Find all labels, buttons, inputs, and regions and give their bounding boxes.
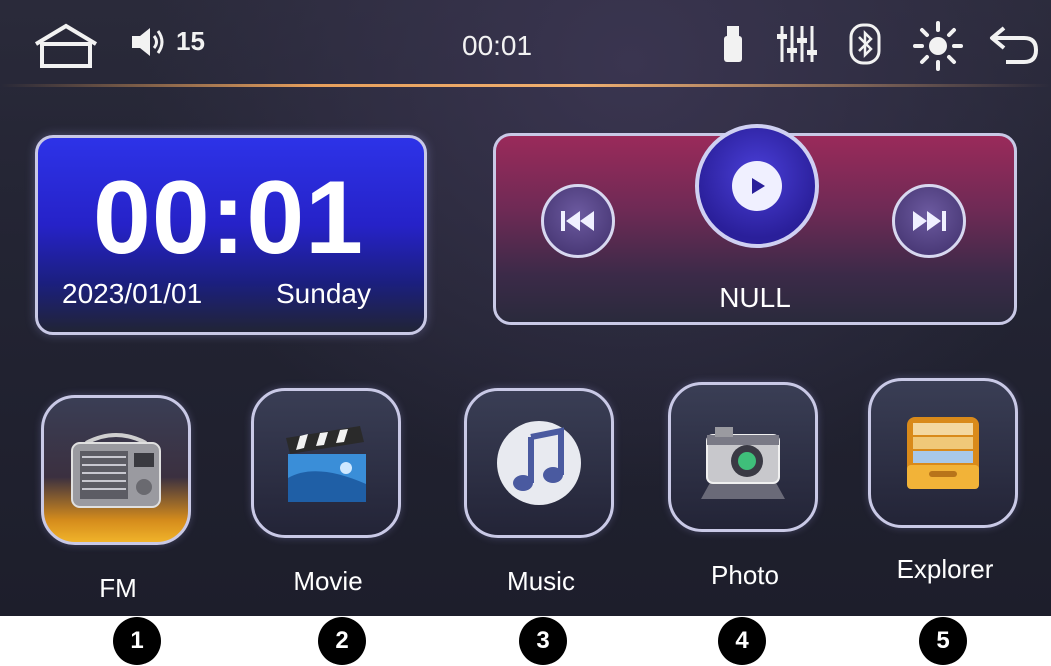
next-track-button[interactable] <box>892 184 966 258</box>
app-explorer-tile[interactable] <box>868 378 1018 528</box>
app-movie-tile[interactable] <box>251 388 401 538</box>
track-title: NULL <box>719 282 791 313</box>
status-time: 00:01 <box>462 30 533 61</box>
app-movie-label: Movie <box>293 566 363 596</box>
callout-marker-4: 4 <box>718 617 766 665</box>
app-photo[interactable]: Photo <box>660 382 830 602</box>
equalizer-icon[interactable] <box>772 22 820 66</box>
brightness-icon[interactable] <box>912 20 964 72</box>
app-explorer-label: Explorer <box>896 554 994 584</box>
camera-icon <box>701 427 785 499</box>
app-fm-tile[interactable] <box>41 395 191 545</box>
callout-marker-5: 5 <box>919 617 967 665</box>
folder-icon <box>907 417 979 489</box>
clock-date: 2023/01/01 <box>62 278 203 309</box>
app-explorer[interactable]: Explorer <box>860 378 1030 598</box>
play-icon <box>732 161 782 211</box>
previous-track-button[interactable] <box>541 184 615 258</box>
next-icon <box>913 211 946 231</box>
previous-icon <box>561 211 594 231</box>
app-photo-tile[interactable] <box>668 382 818 532</box>
clock-widget[interactable]: 00:01 2023/01/01 Sunday <box>35 135 427 335</box>
volume-level: 15 <box>176 26 205 56</box>
back-icon[interactable] <box>986 22 1042 66</box>
clapperboard-icon <box>286 426 366 502</box>
music-note-icon <box>497 421 581 505</box>
app-music-tile[interactable] <box>464 388 614 538</box>
play-button[interactable] <box>695 124 819 248</box>
head-unit-screen: 15 00:01 00:01 2023/01/01 Sunday NULL FM… <box>0 0 1051 616</box>
radio-icon <box>71 433 161 508</box>
status-bar: 15 00:01 <box>0 0 1051 87</box>
callout-marker-1: 1 <box>113 617 161 665</box>
home-icon[interactable] <box>30 22 102 70</box>
callout-marker-3: 3 <box>519 617 567 665</box>
app-music-label: Music <box>507 566 575 596</box>
app-photo-label: Photo <box>711 560 779 590</box>
app-fm-label: FM <box>99 573 137 603</box>
callout-marker-2: 2 <box>318 617 366 665</box>
volume-icon[interactable] <box>128 22 168 62</box>
bluetooth-icon[interactable] <box>848 22 882 66</box>
app-music[interactable]: Music <box>456 388 626 608</box>
status-divider <box>0 84 1051 87</box>
app-movie[interactable]: Movie <box>243 388 413 608</box>
app-fm[interactable]: FM <box>33 395 203 615</box>
usb-icon <box>722 24 744 64</box>
clock-day: Sunday <box>276 278 371 309</box>
media-widget: NULL <box>493 124 1017 325</box>
clock-time: 00:01 <box>93 160 364 276</box>
